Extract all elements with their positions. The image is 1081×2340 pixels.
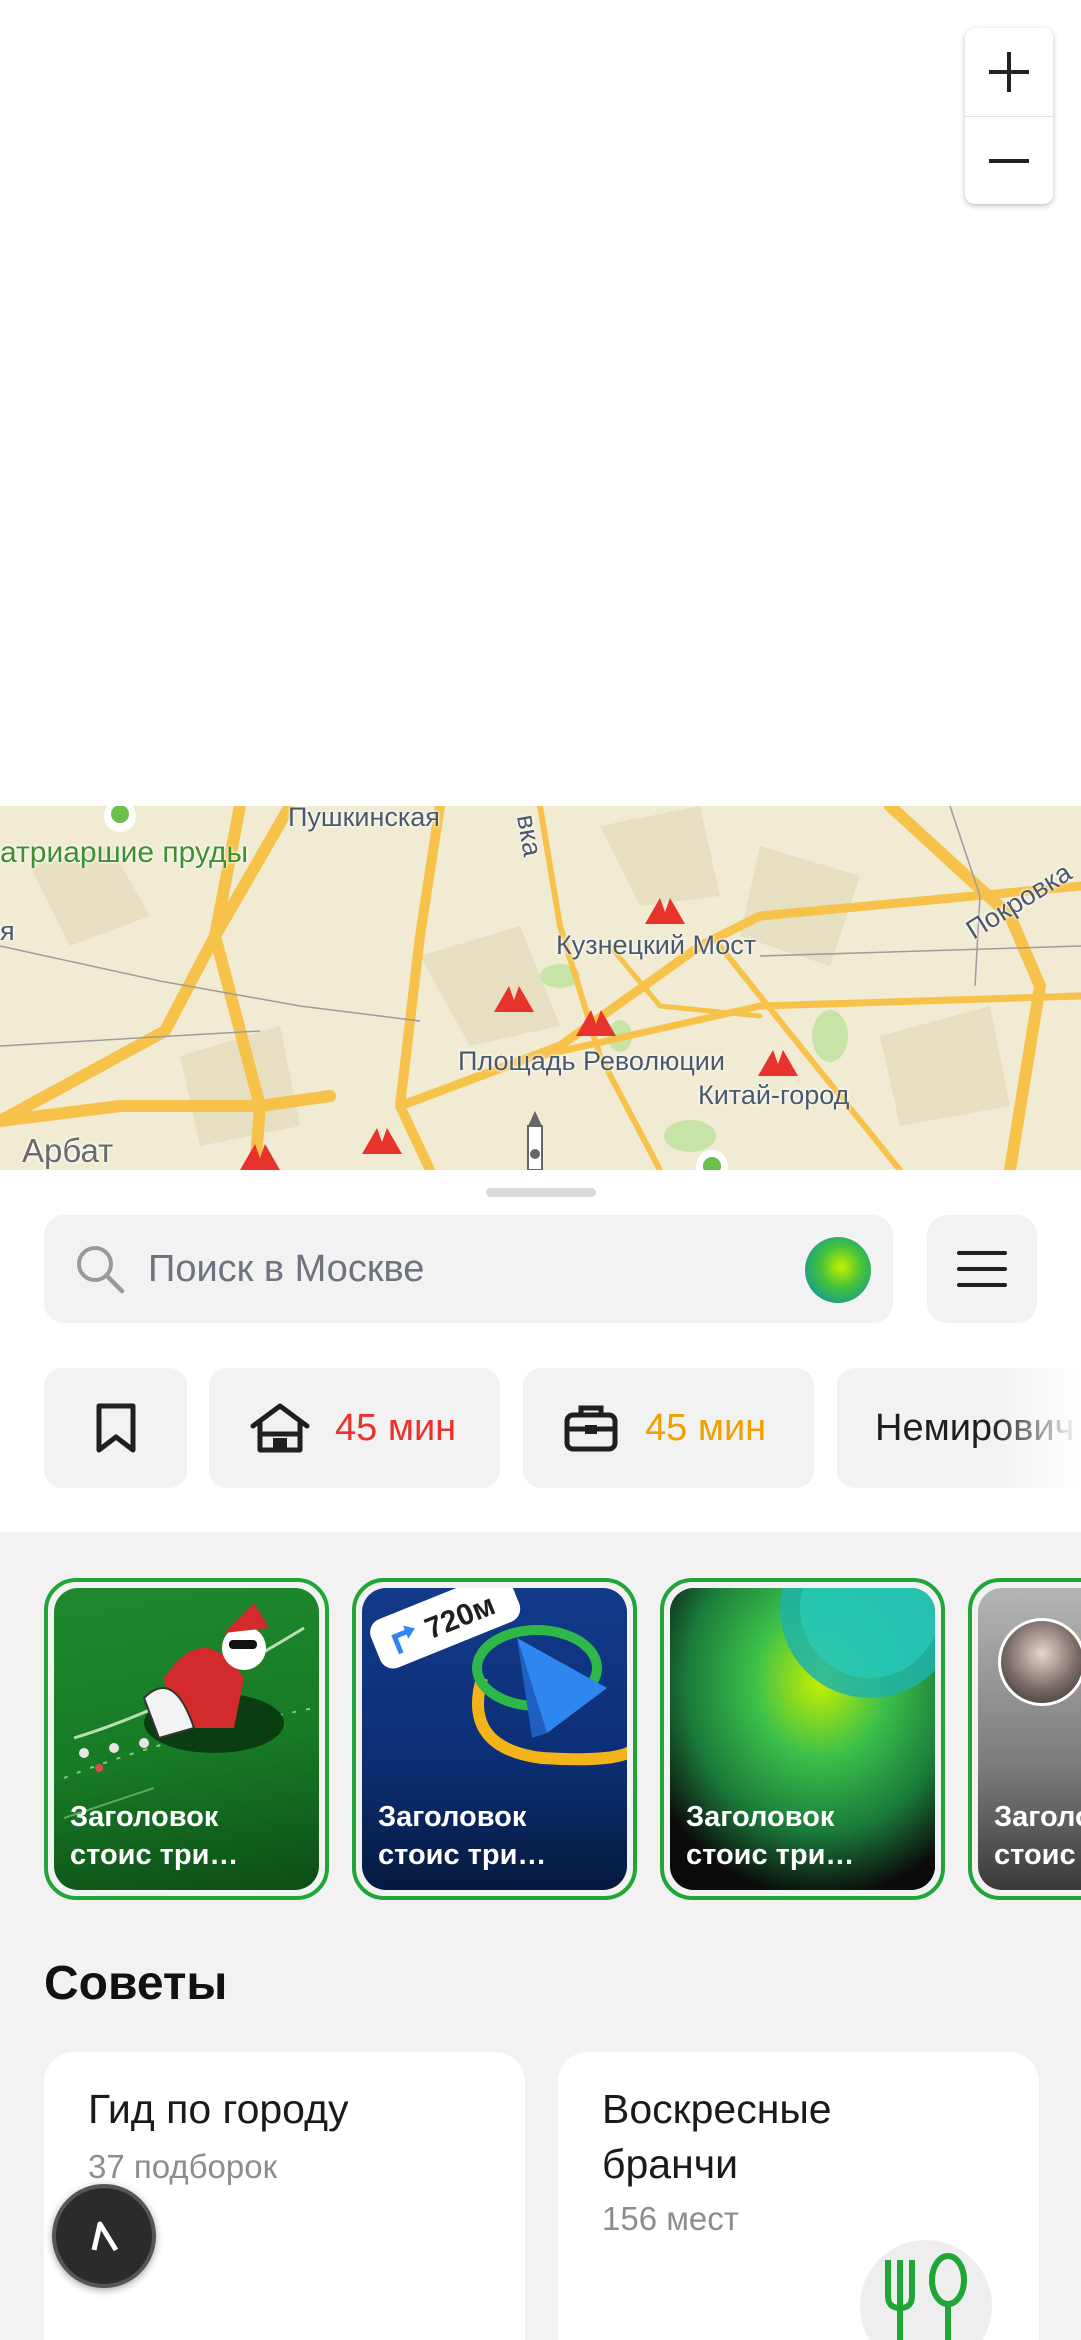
sheet-grabber[interactable] bbox=[486, 1188, 596, 1197]
bookmarks-chip[interactable] bbox=[44, 1368, 187, 1488]
briefcase-icon bbox=[564, 1405, 618, 1452]
map-blank-area bbox=[0, 0, 1081, 806]
alice-assistant-icon[interactable] bbox=[805, 1237, 871, 1303]
bottom-sheet: Поиск в Москве 45 мин 45 мин Немирович З… bbox=[0, 1170, 1081, 2340]
story-title: Заголовок стоис три… bbox=[70, 1801, 239, 1871]
card-title: Гид по городу bbox=[88, 2086, 349, 2132]
bookmark-icon bbox=[96, 1403, 135, 1453]
chips-fade bbox=[991, 1368, 1081, 1488]
map-label: Пушкинская bbox=[288, 806, 440, 832]
sheet-header: Поиск в Москве 45 мин 45 мин Немирович bbox=[0, 1170, 1081, 1532]
quick-chips: 45 мин 45 мин Немирович bbox=[44, 1368, 1081, 1488]
story-cover: Заголовок стоис три… bbox=[978, 1588, 1081, 1890]
story-title: Заголовок стоис три… bbox=[686, 1801, 855, 1871]
map-label: Кузнецкий Мост bbox=[556, 930, 757, 960]
compass-icon bbox=[91, 2221, 119, 2252]
search-input[interactable]: Поиск в Москве bbox=[148, 1248, 893, 1291]
story-title: Заголовок стоис три… bbox=[994, 1801, 1081, 1871]
stories-row: Заголовок стоис три… 720м Заголовок стои… bbox=[44, 1578, 1081, 1900]
map-label: я bbox=[0, 916, 15, 946]
story-cover: Заголовок стоис три… bbox=[54, 1588, 319, 1890]
card-title: Воскресные бранчи bbox=[602, 2086, 832, 2187]
zoom-in-button[interactable] bbox=[965, 28, 1053, 116]
plus-icon bbox=[989, 52, 1029, 92]
story-card[interactable]: Заголовок стоис три… bbox=[968, 1578, 1081, 1900]
search-bar[interactable]: Поиск в Москве bbox=[44, 1215, 893, 1323]
compass-button[interactable] bbox=[52, 2184, 156, 2288]
cutlery-icon bbox=[885, 2253, 967, 2340]
work-chip[interactable]: 45 мин bbox=[523, 1368, 814, 1488]
story-cover: 720м Заголовок стоис три… bbox=[362, 1588, 627, 1890]
map-view[interactable]: Пушкинская атриаршие пруды вка Кузнецкий… bbox=[0, 806, 1081, 1170]
work-travel-time: 45 мин bbox=[645, 1406, 767, 1449]
avatar bbox=[998, 1618, 1081, 1706]
story-title: Заголовок стоис три… bbox=[378, 1801, 547, 1871]
story-card[interactable]: Заголовок стоис три… bbox=[44, 1578, 329, 1900]
search-icon bbox=[77, 1246, 125, 1294]
home-chip[interactable]: 45 мин bbox=[209, 1368, 500, 1488]
minus-icon bbox=[989, 158, 1029, 163]
map-label: Арбат bbox=[22, 1132, 114, 1169]
story-cover: Заголовок стоис три… bbox=[670, 1588, 935, 1890]
zoom-control bbox=[965, 28, 1053, 204]
zoom-out-button[interactable] bbox=[965, 116, 1053, 204]
menu-button[interactable] bbox=[927, 1215, 1037, 1323]
tips-heading: Советы bbox=[44, 1957, 228, 2010]
brunch-icon-circle bbox=[860, 2240, 992, 2340]
card-subtitle: 156 мест bbox=[602, 2200, 739, 2237]
map-label: Китай-город bbox=[698, 1080, 850, 1110]
home-icon bbox=[250, 1403, 310, 1453]
map-label: Площадь Революции bbox=[458, 1046, 725, 1076]
story-card[interactable]: Заголовок стоис три… bbox=[660, 1578, 945, 1900]
tip-card-brunch[interactable]: Воскресные бранчи 156 мест bbox=[558, 2052, 1039, 2340]
card-subtitle: 37 подборок bbox=[88, 2148, 278, 2185]
map-label: атриаршие пруды bbox=[0, 836, 249, 869]
hamburger-icon bbox=[957, 1251, 1007, 1287]
story-card[interactable]: 720м Заголовок стоис три… bbox=[352, 1578, 637, 1900]
home-travel-time: 45 мин bbox=[335, 1406, 457, 1449]
